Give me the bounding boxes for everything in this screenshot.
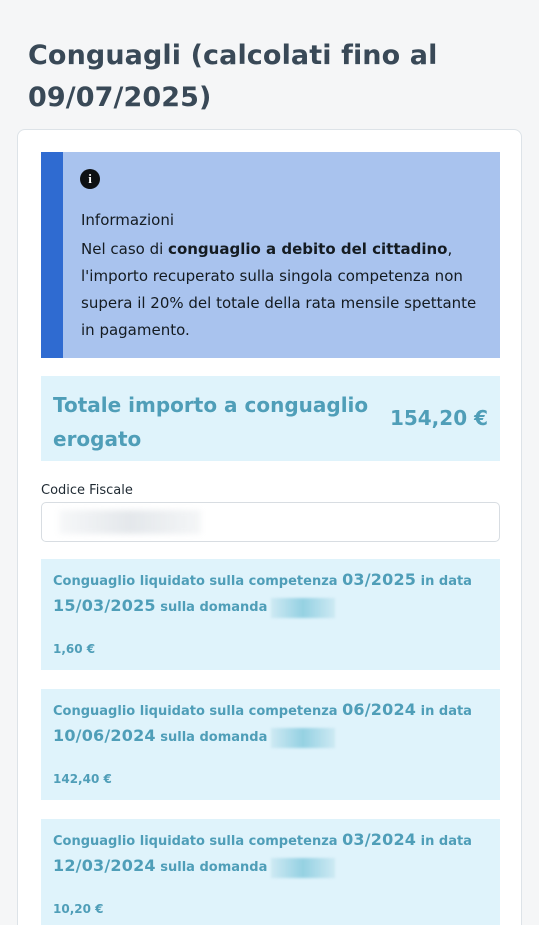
domanda-redacted [271, 597, 336, 618]
conguagli-card: i Informazioni Nel caso di conguaglio a … [17, 129, 522, 925]
entry-amount: 10,20 € [53, 902, 104, 916]
info-text-bold: conguaglio a debito del cittadino [168, 240, 448, 258]
entry-date: 12/03/2024 [53, 856, 156, 875]
info-alert: i Informazioni Nel caso di conguaglio a … [41, 152, 500, 358]
entry-middle: in data [416, 834, 472, 849]
entry-line1: Conguaglio liquidato sulla competenza 03… [53, 827, 473, 855]
entry-amount: 142,40 € [53, 772, 112, 786]
entry-prefix: Conguaglio liquidato sulla competenza [53, 574, 343, 589]
page-title: Conguagli (calcolati fino al 09/07/2025) [28, 40, 438, 113]
conguaglio-entry: Conguaglio liquidato sulla competenza 03… [41, 559, 500, 670]
entry-suffix: sulla domanda [155, 600, 268, 615]
entry-prefix: Conguaglio liquidato sulla competenza [53, 834, 343, 849]
entry-line2: 10/06/2024 sulla domanda [53, 723, 473, 751]
total-value: 154,20 € [389, 406, 488, 430]
info-heading: Informazioni [81, 211, 174, 229]
entry-competenza: 06/2024 [342, 700, 417, 719]
entry-line1: Conguaglio liquidato sulla competenza 06… [53, 697, 473, 725]
entry-date: 10/06/2024 [53, 726, 156, 745]
conguagli-page: Conguagli (calcolati fino al 09/07/2025)… [0, 0, 539, 925]
entry-suffix: sulla domanda [155, 730, 268, 745]
conguaglio-entry: Conguaglio liquidato sulla competenza 06… [41, 689, 500, 800]
codice-fiscale-redacted [59, 510, 201, 534]
codice-fiscale-field [41, 502, 500, 542]
info-text-before: Nel caso di [81, 240, 169, 258]
entry-date: 15/03/2025 [53, 596, 156, 615]
entry-prefix: Conguaglio liquidato sulla competenza [53, 704, 343, 719]
info-text: Nel caso di conguaglio a debito del citt… [81, 236, 491, 344]
domanda-redacted [271, 727, 336, 748]
entry-line2: 15/03/2025 sulla domanda [53, 593, 473, 621]
domanda-redacted [271, 857, 336, 878]
entry-line2: 12/03/2024 sulla domanda [53, 853, 473, 881]
entry-competenza: 03/2025 [342, 570, 417, 589]
codice-fiscale-label: Codice Fiscale [41, 483, 133, 498]
info-circle-icon: i [80, 169, 100, 189]
entry-competenza: 03/2024 [342, 830, 417, 849]
entry-middle: in data [416, 574, 472, 589]
total-label: Totale importo a conguaglio erogato [53, 393, 369, 451]
conguaglio-entry: Conguaglio liquidato sulla competenza 03… [41, 819, 500, 925]
entry-line1: Conguaglio liquidato sulla competenza 03… [53, 567, 473, 595]
total-summary: Totale importo a conguaglio erogato 154,… [41, 376, 500, 461]
entry-amount: 1,60 € [53, 642, 96, 656]
entry-middle: in data [416, 704, 472, 719]
entry-suffix: sulla domanda [155, 860, 268, 875]
